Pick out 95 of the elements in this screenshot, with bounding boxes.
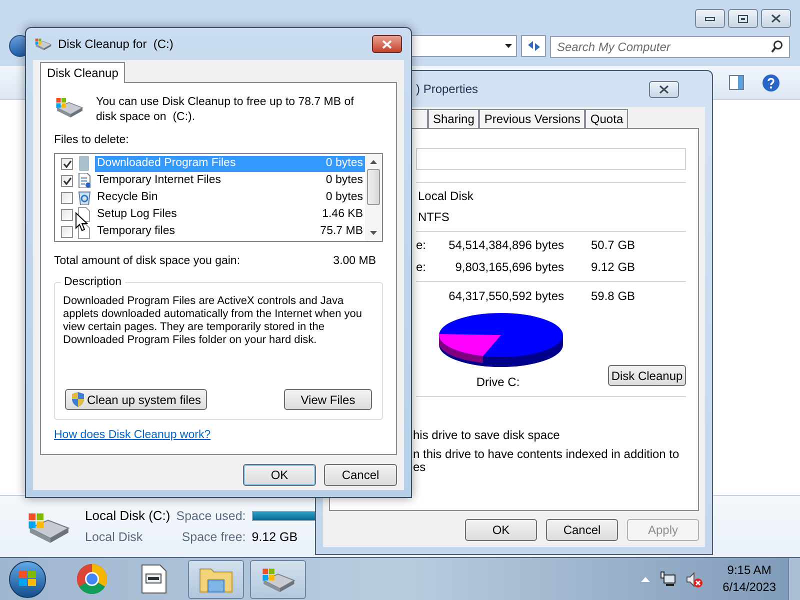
- dialog-button[interactable]: OK: [243, 464, 316, 486]
- scroll-up-icon: [370, 160, 377, 164]
- maximize-icon: [738, 14, 748, 22]
- drive-label: Drive C:: [476, 375, 520, 390]
- tab[interactable]: Disk Cleanup: [40, 62, 126, 83]
- file-system: NTFS: [417, 210, 450, 225]
- dialog-button[interactable]: OK: [465, 519, 537, 541]
- space-bytes: 54,514,384,896 bytes: [448, 238, 564, 253]
- space-size: 50.7 GB: [591, 238, 636, 253]
- start-button[interactable]: [9, 560, 46, 598]
- tab[interactable]: Quota: [585, 109, 628, 128]
- window-title: ) Properties: [416, 81, 478, 98]
- checkbox[interactable]: [61, 174, 73, 186]
- disk-cleanup-button[interactable]: Disk Cleanup: [608, 365, 686, 386]
- folder-icon: [78, 156, 90, 171]
- file-size: 0 bytes: [326, 190, 363, 205]
- space-bytes: 9,803,165,696 bytes: [454, 260, 564, 275]
- file-row[interactable]: Setup Log Files 1.46 KB: [95, 206, 365, 222]
- file-name: Setup Log Files: [97, 206, 177, 222]
- close-icon: [659, 84, 669, 94]
- refresh-button[interactable]: [521, 35, 546, 57]
- drive-icon: [54, 95, 84, 119]
- capacity-bytes: 64,317,550,592 bytes: [448, 289, 564, 304]
- file-name: Temporary Internet Files: [97, 172, 221, 188]
- search-icon: [771, 40, 783, 53]
- scrollbar[interactable]: [365, 154, 382, 241]
- window-title: Disk Cleanup for (C:): [58, 36, 174, 53]
- file-name: Downloaded Program Files: [97, 156, 236, 171]
- document-icon: [78, 173, 90, 188]
- help-icon[interactable]: [762, 74, 780, 92]
- mouse-cursor-icon: [75, 212, 88, 232]
- space-size: 9.12 GB: [591, 260, 636, 275]
- close-button[interactable]: [761, 9, 791, 28]
- drive-type: Local Disk: [85, 528, 144, 546]
- scroll-down-icon: [370, 231, 377, 235]
- windows-logo-icon: [18, 571, 36, 587]
- document-icon[interactable]: [141, 564, 167, 594]
- dialog-button[interactable]: Cancel: [546, 519, 618, 541]
- option-text: n this drive to have contents indexed in addition to es: [413, 448, 680, 474]
- clock-date[interactable]: 6/14/2023: [722, 579, 776, 596]
- space-used-label: Space used:: [176, 508, 246, 525]
- file-size: 0 bytes: [326, 156, 363, 171]
- network-icon[interactable]: [660, 571, 676, 587]
- drive-name-field[interactable]: [416, 148, 686, 170]
- description-text: Downloaded Program Files are ActiveX controls and Java applets downloaded automatically from the Internet when you view certain pages. They are temporarily stored in the Downloaded Program Files folder on your hard disk.: [63, 295, 364, 348]
- drive-type: Local Disk: [417, 189, 474, 204]
- tab[interactable]: Previous Versions: [479, 109, 586, 128]
- space-free-value: 9.12 GB: [252, 528, 299, 546]
- minimize-button[interactable]: [695, 9, 725, 28]
- space-free-label: Space free:: [180, 528, 246, 546]
- tab[interactable]: Sharing: [428, 109, 480, 128]
- capacity-size: 59.8 GB: [591, 289, 636, 304]
- disk-cleanup-icon: [34, 37, 52, 51]
- drive-name: Local Disk (C:): [85, 507, 170, 526]
- maximize-button[interactable]: [728, 9, 758, 28]
- space-label: e:: [416, 260, 428, 275]
- total-label: Total amount of disk space you gain:: [54, 254, 240, 269]
- checkbox[interactable]: [61, 192, 73, 204]
- browser-icon[interactable]: [76, 563, 108, 595]
- clock-time[interactable]: 9:15 AM: [727, 562, 772, 579]
- file-row[interactable]: Temporary Internet Files 0 bytes: [95, 172, 365, 188]
- preview-pane-icon[interactable]: [729, 75, 744, 90]
- file-size: 75.7 MB: [320, 224, 363, 239]
- view-files-button[interactable]: View Files: [284, 389, 372, 410]
- muted-speaker-icon[interactable]: [686, 570, 703, 588]
- file-row[interactable]: Temporary files 75.7 MB: [95, 224, 365, 240]
- help-link[interactable]: How does Disk Cleanup work?: [54, 427, 383, 444]
- option-text: his drive to save disk space: [413, 429, 561, 442]
- close-button[interactable]: [649, 80, 679, 98]
- refresh-icon: [526, 40, 540, 52]
- file-name: Temporary files: [97, 224, 175, 239]
- file-row[interactable]: Recycle Bin 0 bytes: [95, 190, 365, 206]
- files-label: Files to delete:: [54, 133, 130, 148]
- close-icon: [771, 14, 781, 23]
- intro-text: You can use Disk Cleanup to free up to 78.7 MB of disk space on (C:).: [96, 95, 355, 125]
- file-size: 1.46 KB: [322, 206, 363, 222]
- checkbox[interactable]: [61, 208, 73, 220]
- checkbox[interactable]: [61, 226, 73, 238]
- dropdown-arrow-icon: [505, 44, 512, 48]
- file-name: Recycle Bin: [97, 190, 158, 205]
- minimize-icon: [705, 16, 715, 20]
- disk-cleanup-icon: [260, 566, 296, 592]
- scroll-thumb[interactable]: [367, 169, 380, 205]
- search-field[interactable]: Search My Computer: [550, 36, 790, 58]
- shield-icon: [71, 392, 85, 408]
- file-size: 0 bytes: [326, 172, 363, 188]
- close-icon: [382, 40, 392, 48]
- recycle-bin-icon: [78, 190, 90, 205]
- close-button[interactable]: [372, 35, 402, 53]
- clean-up-system-files-button[interactable]: Clean up system files: [65, 389, 208, 410]
- total-value: 3.00 MB: [333, 254, 376, 269]
- group-title: Description: [61, 275, 125, 290]
- dialog-button[interactable]: Cancel: [324, 464, 397, 486]
- space-label: e:: [416, 238, 428, 253]
- checkbox[interactable]: [61, 158, 73, 170]
